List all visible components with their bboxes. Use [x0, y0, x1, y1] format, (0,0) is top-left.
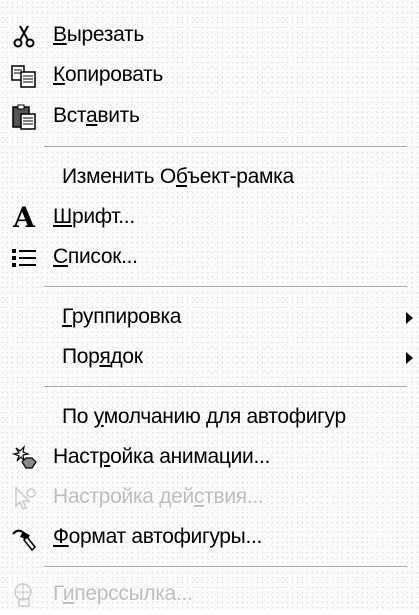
paste-icon: [8, 101, 40, 133]
menu-item-label: Вставить: [53, 104, 140, 127]
list-icon: [8, 242, 40, 274]
menu-item-label: Порядок: [62, 345, 143, 368]
menu-separator: [44, 566, 407, 568]
menu-item-default-autoshape[interactable]: По умолчанию для автофигур: [0, 398, 419, 438]
menu-item-cut[interactable]: Вырезать: [0, 16, 419, 56]
scissors-icon: [8, 20, 40, 52]
menu-item-action-settings: Настройка действия...: [0, 478, 419, 518]
menu-item-label: По умолчанию для автофигур: [62, 405, 346, 428]
copy-icon: [8, 60, 40, 92]
menu-item-font[interactable]: A Шрифт...: [0, 198, 419, 238]
menu-separator: [44, 386, 407, 388]
menu-item-label: Настройка действия...: [53, 485, 264, 508]
hyperlink-icon: [8, 579, 40, 611]
menu-separator: [44, 146, 407, 148]
menu-item-label: Формат автофигуры...: [53, 525, 263, 548]
menu-item-order[interactable]: Порядок: [0, 338, 419, 378]
menu-separator: [44, 286, 407, 288]
menu-item-list[interactable]: Список...: [0, 238, 419, 278]
menu-item-grouping[interactable]: Группировка: [0, 298, 419, 338]
menu-item-copy[interactable]: Копировать: [0, 56, 419, 96]
submenu-arrow-icon: [406, 352, 413, 364]
menu-item-label: Гиперссылка...: [53, 582, 193, 605]
font-icon: A: [13, 201, 35, 234]
submenu-arrow-icon: [406, 312, 413, 324]
menu-item-paste[interactable]: Вставить: [0, 97, 419, 137]
menu-item-custom-animation[interactable]: Настройка анимации...: [0, 438, 419, 478]
menu-item-label: Изменить Объект-рамка: [62, 165, 294, 188]
context-menu: Вырезать Копировать Вставить Изменить Об…: [0, 0, 419, 610]
action-icon: [8, 482, 40, 514]
menu-item-hyperlink: Гиперссылка...: [0, 575, 419, 615]
menu-item-format-autoshape[interactable]: Формат автофигуры...: [0, 518, 419, 558]
menu-item-label: Копировать: [53, 63, 164, 86]
menu-item-label: Список...: [53, 245, 138, 268]
menu-item-label: Шрифт...: [53, 205, 135, 228]
menu-item-label: Группировка: [62, 305, 182, 328]
menu-item-label: Настройка анимации...: [53, 445, 271, 468]
menu-item-edit-object[interactable]: Изменить Объект-рамка: [0, 158, 419, 198]
format-icon: [8, 522, 40, 554]
animation-icon: [8, 442, 40, 474]
menu-item-label: Вырезать: [53, 23, 145, 46]
